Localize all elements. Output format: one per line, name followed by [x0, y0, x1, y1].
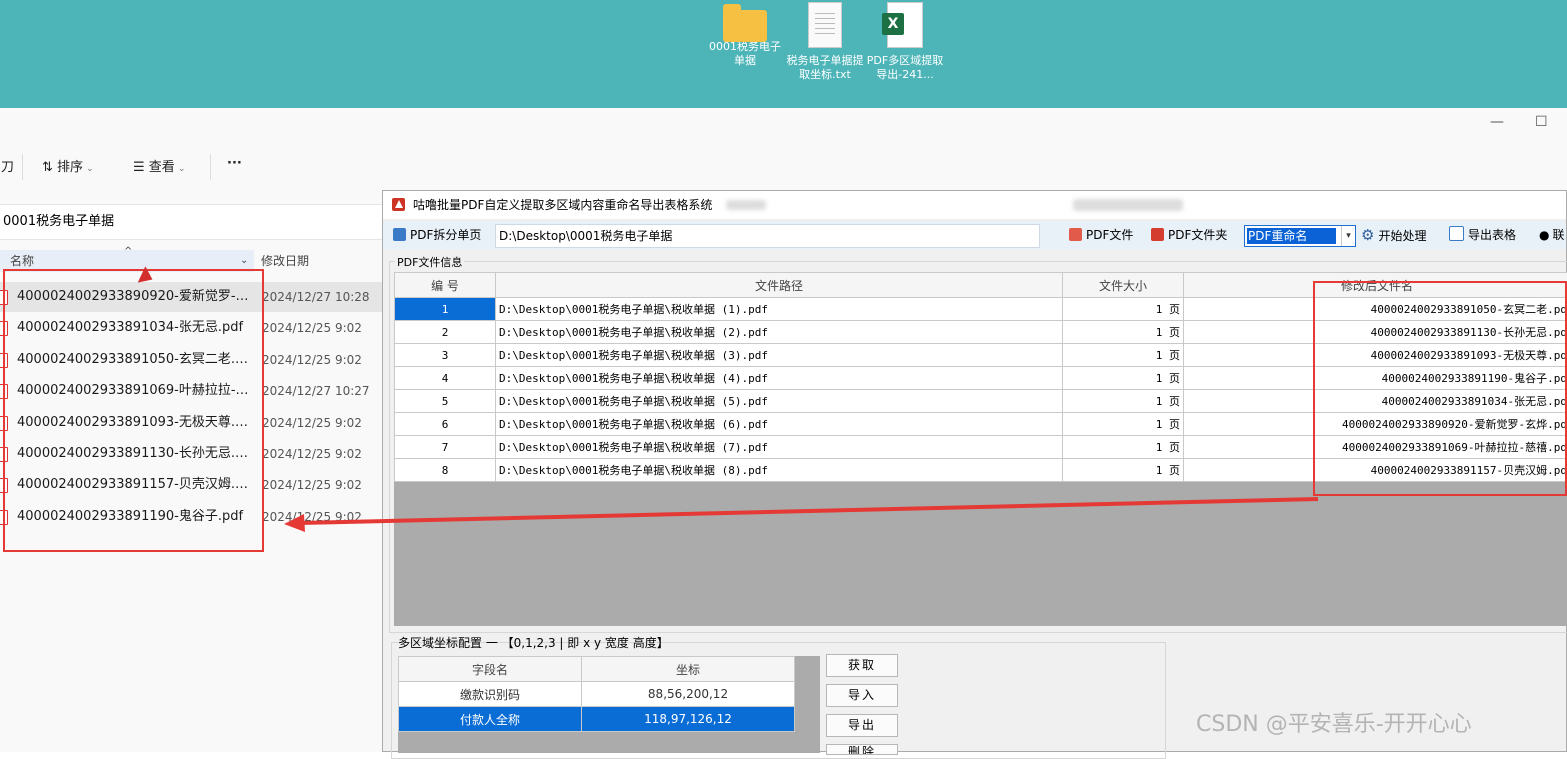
- annotation-arrow: [0, 0, 1567, 752]
- watermark: CSDN @平安喜乐-开开心心: [1196, 706, 1472, 738]
